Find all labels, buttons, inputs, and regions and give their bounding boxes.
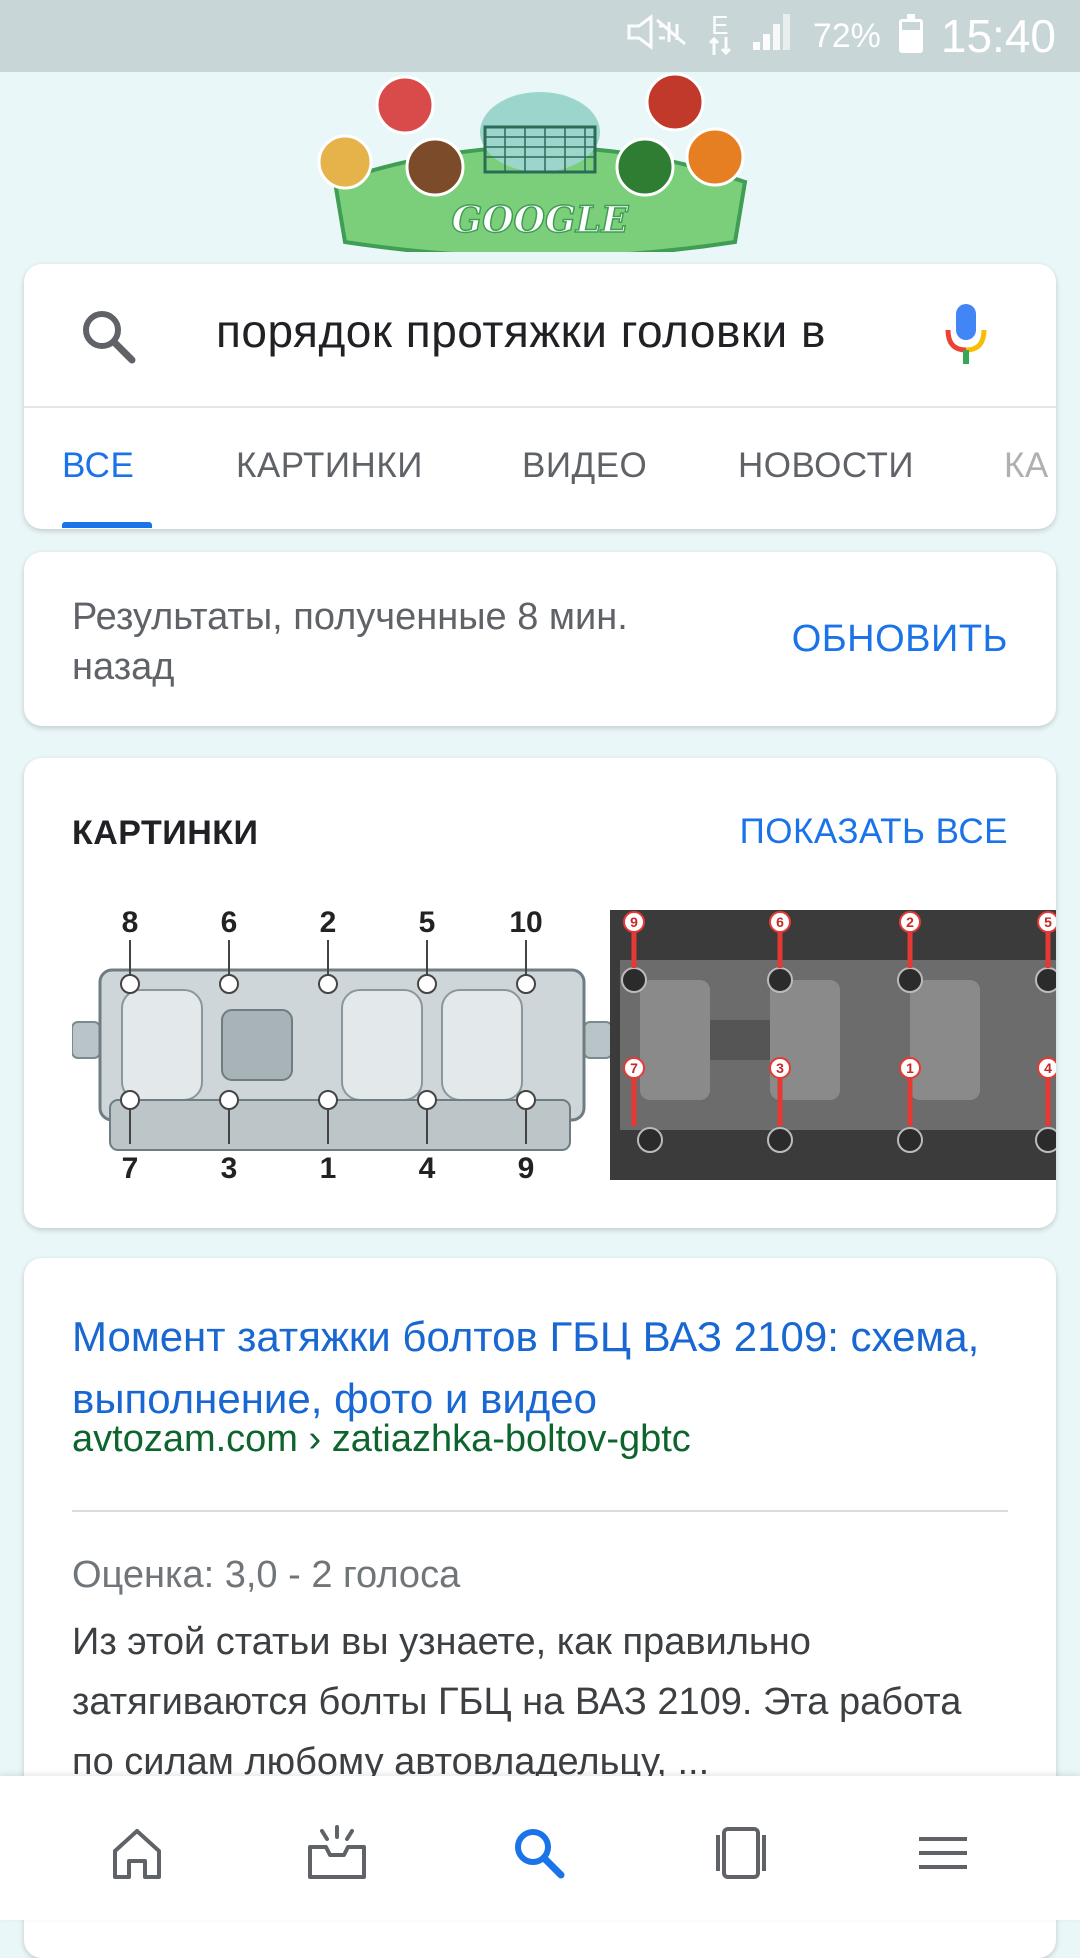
diagram-label-top: 2 xyxy=(320,906,337,939)
tab-all[interactable]: ВСЕ xyxy=(62,446,134,486)
photo-label-bottom: 7 xyxy=(630,1060,638,1076)
google-doodle[interactable]: GOOGLE xyxy=(315,72,765,259)
search-bar[interactable]: порядок протяжки головки в xyxy=(24,264,1056,408)
home-icon[interactable] xyxy=(102,1818,172,1888)
diagram-label-bottom: 4 xyxy=(419,1152,436,1185)
photo-label-bottom: 3 xyxy=(776,1060,784,1076)
clock: 15:40 xyxy=(940,10,1056,62)
refresh-button[interactable]: ОБНОВИТЬ xyxy=(792,618,1008,661)
diagram-label-bottom: 7 xyxy=(122,1152,139,1185)
diagram-label-top: 6 xyxy=(221,906,238,939)
network-type-label: E xyxy=(711,10,729,40)
mute-icon xyxy=(625,14,689,58)
status-bar: E 72% 15:40 xyxy=(0,0,1080,72)
image-thumbnail-diagram[interactable]: 8 6 2 5 10 7 3 1 4 9 xyxy=(71,900,613,1190)
image-thumbnail-photo[interactable]: 9 6 2 5 7 3 1 4 xyxy=(610,910,1056,1180)
photo-label-top: 9 xyxy=(630,914,638,930)
search-input[interactable]: порядок протяжки головки в xyxy=(216,304,906,358)
photo-label-top: 5 xyxy=(1044,914,1052,930)
photo-label-bottom: 4 xyxy=(1044,1060,1052,1076)
bottom-navigation xyxy=(0,1776,1080,1920)
tabs-icon[interactable] xyxy=(706,1818,776,1888)
diagram-label-top: 10 xyxy=(509,906,542,939)
doodle-text: GOOGLE xyxy=(452,199,630,241)
tab-more[interactable]: КА xyxy=(1004,446,1049,486)
search-card: порядок протяжки головки в ВСЕ КАРТИНКИ … xyxy=(24,264,1056,529)
diagram-label-bottom: 9 xyxy=(518,1152,535,1185)
search-icon[interactable] xyxy=(76,304,140,373)
menu-icon[interactable] xyxy=(908,1818,978,1888)
diagram-label-bottom: 1 xyxy=(320,1152,337,1185)
photo-label-top: 2 xyxy=(906,914,914,930)
search-tabs: ВСЕ КАРТИНКИ ВИДЕО НОВОСТИ КА xyxy=(24,408,1056,530)
battery-percent: 72% xyxy=(812,16,881,55)
divider xyxy=(72,1510,1008,1512)
result-title-link[interactable]: Момент затяжки болтов ГБЦ ВАЗ 2109: схем… xyxy=(72,1306,1012,1430)
tab-news[interactable]: НОВОСТИ xyxy=(738,446,914,486)
battery-icon xyxy=(898,14,923,53)
active-tab-indicator xyxy=(62,522,152,528)
signal-icon xyxy=(751,12,795,60)
refresh-card: Результаты, полученные 8 мин. назад ОБНО… xyxy=(24,552,1056,726)
mic-icon[interactable] xyxy=(942,300,990,375)
photo-label-bottom: 1 xyxy=(906,1060,914,1076)
result-rating: Оценка: 3,0 - 2 голоса xyxy=(72,1554,461,1596)
diagram-label-bottom: 3 xyxy=(221,1152,238,1185)
search-nav-icon[interactable] xyxy=(504,1818,574,1888)
photo-label-top: 6 xyxy=(776,914,784,930)
images-heading: КАРТИНКИ xyxy=(72,814,259,852)
tab-video[interactable]: ВИДЕО xyxy=(522,446,647,486)
results-age-message: Результаты, полученные 8 мин. назад xyxy=(72,596,628,688)
show-all-images-link[interactable]: ПОКАЗАТЬ ВСЕ xyxy=(740,812,1008,852)
result-snippet: Из этой статьи вы узнаете, как правильно… xyxy=(72,1621,962,1783)
images-card: КАРТИНКИ ПОКАЗАТЬ ВСЕ 8 6 2 5 10 7 3 1 4… xyxy=(24,758,1056,1228)
diagram-label-top: 5 xyxy=(419,906,436,939)
battery-fill xyxy=(901,29,920,50)
updates-icon[interactable] xyxy=(302,1818,372,1888)
tab-images[interactable]: КАРТИНКИ xyxy=(236,446,423,486)
diagram-label-top: 8 xyxy=(122,906,139,939)
result-url[interactable]: avtozam.com › zatiazhka-boltov-gbtc xyxy=(72,1418,691,1461)
network-type-icon: E xyxy=(707,12,733,57)
